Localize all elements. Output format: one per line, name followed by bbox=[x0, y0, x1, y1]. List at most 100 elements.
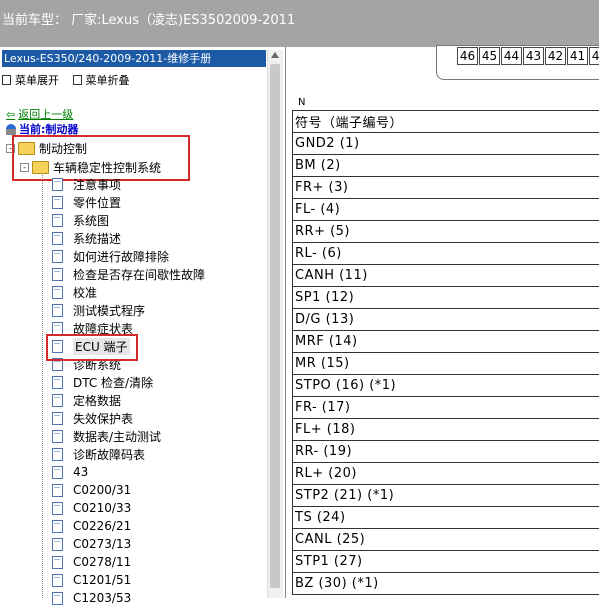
scroll-up-icon[interactable] bbox=[271, 52, 279, 58]
tree-item[interactable]: C1203/53 bbox=[52, 589, 131, 607]
tree-item[interactable]: 诊断故障码表 bbox=[52, 445, 145, 463]
tree-item-label: C0210/33 bbox=[73, 501, 131, 515]
tree-item[interactable]: 数据表/主动测试 bbox=[52, 427, 161, 445]
table-row: FR+ (3) bbox=[293, 177, 599, 199]
table-row: BM (2) bbox=[293, 155, 599, 177]
terminal-cell: CANH (11) bbox=[293, 265, 599, 287]
table-row: SP1 (12) bbox=[293, 287, 599, 309]
tree-item-label: 诊断故障码表 bbox=[73, 446, 145, 463]
terminal-cell: FR+ (3) bbox=[293, 177, 599, 199]
manual-title: Lexus-ES350/240-2009-2011-维修手册 bbox=[2, 50, 266, 67]
tree-item-label: 注意事项 bbox=[73, 176, 121, 193]
tree-item[interactable]: 43 bbox=[52, 463, 88, 481]
document-icon bbox=[52, 232, 63, 245]
tree-item-label: C1203/53 bbox=[73, 591, 131, 605]
table-row: STP1 (27) bbox=[293, 551, 599, 573]
navigation-panel: Lexus-ES350/240-2009-2011-维修手册 菜单展开 菜单折叠… bbox=[0, 47, 286, 598]
connector-pin: 46 bbox=[457, 47, 478, 65]
connector-pin: 45 bbox=[479, 47, 500, 65]
tree-item[interactable]: C0210/33 bbox=[52, 499, 131, 517]
document-icon bbox=[52, 286, 63, 299]
table-row: BZ (30) (*1) bbox=[293, 573, 599, 595]
tree-item[interactable]: C0200/31 bbox=[52, 481, 131, 499]
connector-pin: 40 bbox=[589, 47, 599, 65]
tree-item[interactable]: 测试模式程序 bbox=[52, 301, 145, 319]
tree-item[interactable]: 系统描述 bbox=[52, 229, 121, 247]
document-icon bbox=[52, 574, 63, 587]
scroll-thumb[interactable] bbox=[270, 64, 280, 588]
user-icon bbox=[6, 124, 16, 135]
back-link[interactable]: ⇦返回上一级 bbox=[6, 106, 73, 122]
document-icon bbox=[52, 592, 63, 605]
tree-item-label: 如何进行故障排除 bbox=[73, 248, 169, 265]
document-icon bbox=[52, 196, 63, 209]
document-icon bbox=[52, 448, 63, 461]
terminal-cell: RR- (19) bbox=[293, 441, 599, 463]
tree-connector bbox=[42, 175, 43, 598]
tree-item[interactable]: 定格数据 bbox=[52, 391, 121, 409]
table-row: RL- (6) bbox=[293, 243, 599, 265]
tree-item[interactable]: 校准 bbox=[52, 283, 97, 301]
tree-item[interactable]: 注意事项 bbox=[52, 175, 121, 193]
table-row: CANL (25) bbox=[293, 529, 599, 551]
tree-item-label: C0278/11 bbox=[73, 555, 131, 569]
content-panel: 46454443424140 N 符号（端子编号）GND2 (1)BM (2)F… bbox=[286, 47, 599, 598]
terminal-cell: D/G (13) bbox=[293, 309, 599, 331]
n-label: N bbox=[298, 97, 305, 108]
tree-item[interactable]: DTC 检查/清除 bbox=[52, 373, 153, 391]
tree-item[interactable]: 零件位置 bbox=[52, 193, 121, 211]
table-row: RR+ (5) bbox=[293, 221, 599, 243]
connector-pin: 41 bbox=[567, 47, 588, 65]
document-icon bbox=[52, 556, 63, 569]
connector-pin: 43 bbox=[523, 47, 544, 65]
document-icon bbox=[52, 394, 63, 407]
document-icon bbox=[52, 214, 63, 227]
tree-item[interactable]: 系统图 bbox=[52, 211, 109, 229]
terminal-cell: FL- (4) bbox=[293, 199, 599, 221]
document-icon bbox=[52, 502, 63, 515]
table-row: STPO (16) (*1) bbox=[293, 375, 599, 397]
document-icon bbox=[52, 538, 63, 551]
collapse-menu-button[interactable]: 菜单折叠 bbox=[73, 72, 130, 88]
terminal-cell: STP1 (27) bbox=[293, 551, 599, 573]
tree-item-label: C1201/51 bbox=[73, 573, 131, 587]
document-icon bbox=[52, 412, 63, 425]
tree-item[interactable]: C0226/21 bbox=[52, 517, 131, 535]
window-title: 当前车型： 厂家:Lexus（凌志)ES3502009-2011 bbox=[2, 9, 295, 28]
table-row: GND2 (1) bbox=[293, 133, 599, 155]
terminal-cell: CANL (25) bbox=[293, 529, 599, 551]
tree-item-label: 系统描述 bbox=[73, 230, 121, 247]
table-row: FL- (4) bbox=[293, 199, 599, 221]
table-row: RR- (19) bbox=[293, 441, 599, 463]
tree-item[interactable]: 检查是否存在间歇性故障 bbox=[52, 265, 205, 283]
table-row: RL+ (20) bbox=[293, 463, 599, 485]
terminal-cell: MRF (14) bbox=[293, 331, 599, 353]
title-bar: 当前车型： 厂家:Lexus（凌志)ES3502009-2011 bbox=[0, 0, 599, 47]
tree-item[interactable]: C1201/51 bbox=[52, 571, 131, 589]
tree-item-label: 测试模式程序 bbox=[73, 302, 145, 319]
document-icon bbox=[52, 268, 63, 281]
tree-item-label: 检查是否存在间歇性故障 bbox=[73, 266, 205, 283]
document-icon bbox=[52, 304, 63, 317]
tree-item-label: 数据表/主动测试 bbox=[73, 428, 161, 445]
document-icon bbox=[52, 466, 63, 479]
terminal-cell: RL+ (20) bbox=[293, 463, 599, 485]
expand-menu-button[interactable]: 菜单展开 bbox=[2, 72, 59, 88]
collapse-icon bbox=[73, 75, 82, 85]
vertical-scrollbar[interactable] bbox=[267, 50, 283, 598]
tree-item[interactable]: C0278/11 bbox=[52, 553, 131, 571]
document-icon bbox=[52, 376, 63, 389]
document-icon bbox=[52, 322, 63, 335]
terminal-cell: STPO (16) (*1) bbox=[293, 375, 599, 397]
document-icon bbox=[52, 250, 63, 263]
tree-item[interactable]: 失效保护表 bbox=[52, 409, 133, 427]
table-row: STP2 (21) (*1) bbox=[293, 485, 599, 507]
terminal-cell: 符号（端子编号） bbox=[293, 111, 599, 133]
terminal-cell: MR (15) bbox=[293, 353, 599, 375]
tree-item[interactable]: C0273/13 bbox=[52, 535, 131, 553]
terminal-cell: BZ (30) (*1) bbox=[293, 573, 599, 595]
ecu-terminal-table: 符号（端子编号）GND2 (1)BM (2)FR+ (3)FL- (4)RR+ … bbox=[292, 110, 599, 595]
tree-item[interactable]: 如何进行故障排除 bbox=[52, 247, 169, 265]
terminal-cell: RR+ (5) bbox=[293, 221, 599, 243]
back-arrow-icon: ⇦ bbox=[6, 108, 15, 121]
